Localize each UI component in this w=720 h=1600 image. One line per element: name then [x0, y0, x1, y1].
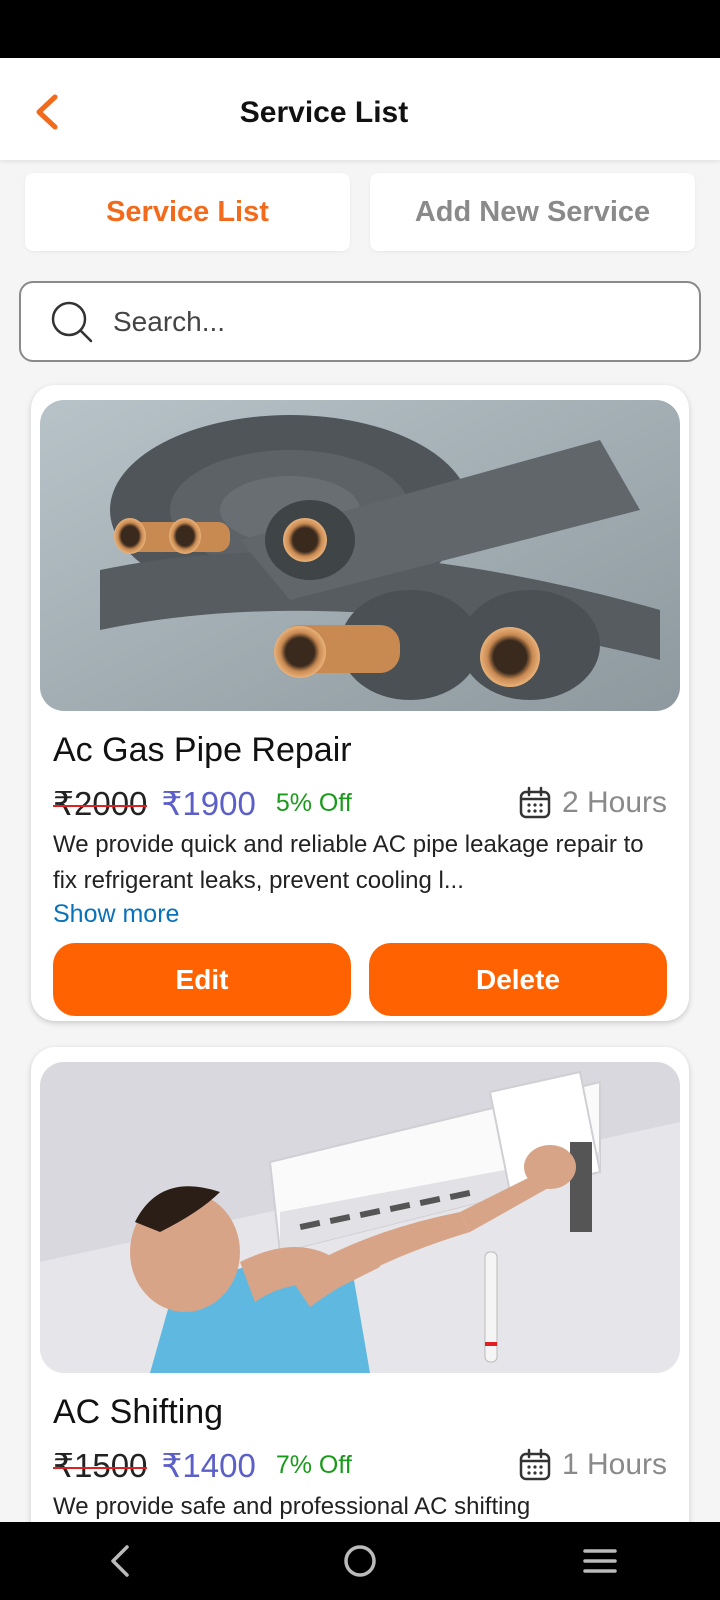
- nav-back-icon: [111, 1545, 129, 1577]
- action-buttons: Edit Delete: [53, 943, 667, 1016]
- search-bar: [19, 281, 701, 362]
- duration: 1 Hours: [518, 1448, 667, 1482]
- nav-home-button[interactable]: [330, 1531, 390, 1591]
- search-input[interactable]: [113, 305, 633, 338]
- discount-badge: 7% Off: [275, 1450, 352, 1479]
- price-row: ₹2000 ₹1900 5% Off 2 Hours: [53, 783, 667, 823]
- service-description: We provide quick and reliable AC pipe le…: [53, 831, 644, 894]
- app-header: Service List: [0, 58, 720, 160]
- nav-back-button[interactable]: [90, 1531, 150, 1591]
- page-title: Service List: [239, 96, 409, 129]
- show-more-link[interactable]: Show more: [53, 900, 179, 929]
- discounted-price: ₹1900: [161, 784, 256, 822]
- service-image: [40, 400, 680, 711]
- nav-menu-icon: [583, 1549, 617, 1573]
- service-image: [40, 1062, 680, 1373]
- service-title: AC Shifting: [53, 1393, 224, 1431]
- original-price: ₹2000: [53, 784, 148, 822]
- service-title: Ac Gas Pipe Repair: [53, 731, 352, 769]
- service-description: We provide safe and professional AC shif…: [53, 1493, 531, 1520]
- service-card: Ac Gas Pipe Repair ₹2000 ₹1900 5% Off 2 …: [31, 385, 689, 1021]
- duration: 2 Hours: [518, 786, 667, 820]
- original-price: ₹1500: [53, 1446, 148, 1484]
- discount-badge: 5% Off: [275, 788, 352, 817]
- tab-service-list[interactable]: Service List: [25, 173, 350, 251]
- price-row: ₹1500 ₹1400 7% Off 1 Hours: [53, 1445, 667, 1485]
- edit-button[interactable]: Edit: [53, 943, 351, 1016]
- discounted-price: ₹1400: [161, 1446, 256, 1484]
- service-card: AC Shifting ₹1500 ₹1400 7% Off 1 Hours W…: [31, 1047, 689, 1600]
- duration-label: 2 Hours: [561, 786, 667, 819]
- system-nav-bar: [0, 1522, 720, 1600]
- calendar-icon: [519, 786, 551, 819]
- duration-label: 1 Hours: [561, 1448, 667, 1481]
- delete-button[interactable]: Delete: [369, 943, 667, 1016]
- tab-bar: Service List Add New Service: [25, 173, 695, 251]
- nav-menu-button[interactable]: [570, 1531, 630, 1591]
- status-bar: [0, 0, 720, 58]
- search-icon: [51, 301, 93, 342]
- tab-add-new-service[interactable]: Add New Service: [370, 173, 695, 251]
- nav-home-icon: [344, 1545, 376, 1577]
- calendar-icon: [519, 1448, 551, 1481]
